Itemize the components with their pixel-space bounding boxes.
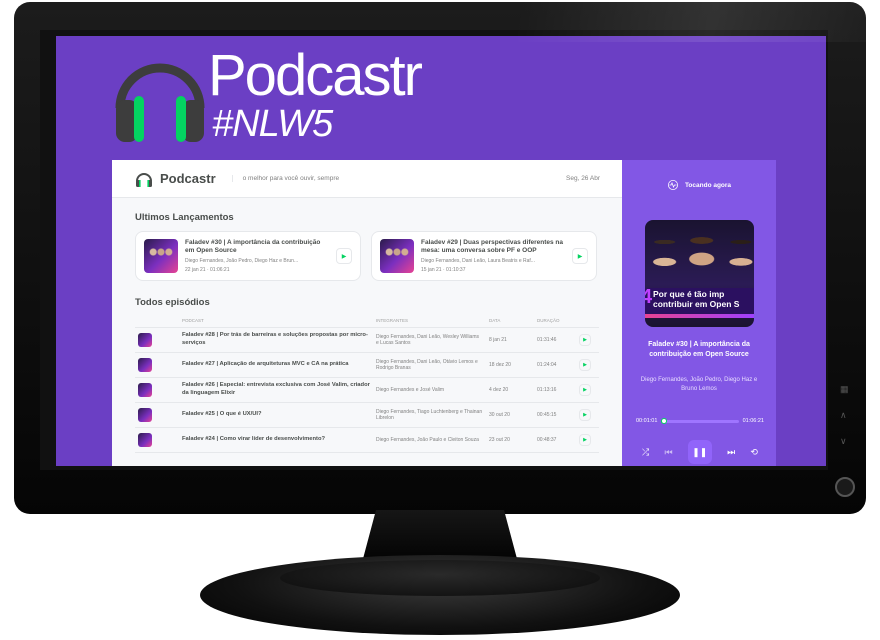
menu-icon[interactable]: ▦: [840, 384, 849, 395]
now-playing-icon: [667, 180, 678, 190]
latest-episode-card[interactable]: Faladev #30 | A importância da contribui…: [135, 231, 361, 281]
episode-thumbnail: [138, 408, 152, 422]
cover-text: Por que é tão imp contribuir em Open S: [653, 289, 740, 309]
table-row: Faladev #27 | Aplicação de arquiteturas …: [135, 352, 599, 378]
player-header-label: Tocando agora: [684, 181, 732, 189]
column-header: INTEGRANTES: [373, 314, 486, 328]
episode-title[interactable]: Faladev #28 | Por trás de barreiras e so…: [179, 327, 373, 353]
episode-thumbnail: [138, 383, 152, 397]
motto: o melhor para você ouvir, sempre: [231, 175, 339, 182]
episode-meta: 15 jan 21 · 01:10:37: [421, 267, 466, 274]
play-icon[interactable]: ▶: [579, 359, 591, 371]
play-icon[interactable]: ▶: [572, 248, 588, 264]
column-header: DATA: [486, 314, 534, 328]
episode-members: Diego Fernandes, Dani Leão, Wesley Willi…: [373, 327, 486, 353]
episode-date: 30 out 20: [486, 402, 534, 428]
episode-title[interactable]: Faladev #26 | Especial: entrevista exclu…: [179, 377, 373, 403]
episode-date: 18 dez 20: [486, 352, 534, 378]
podcastr-app: Podcastr o melhor para você ouvir, sempr…: [112, 160, 776, 466]
brand-name[interactable]: Podcastr: [160, 171, 216, 186]
all-episodes-title: Todos episódios: [135, 297, 210, 308]
table-row: Faladev #24 | Como virar líder de desenv…: [135, 427, 599, 453]
latest-episode-card[interactable]: Faladev #29 | Duas perspectivas diferent…: [371, 231, 597, 281]
episode-thumbnail: [380, 239, 414, 273]
episode-title[interactable]: Faladev #24 | Como virar líder de desenv…: [179, 427, 373, 453]
stage: ▦ ∧ ∨ Podcastr #NLW5 Podcastr o melhor p…: [0, 0, 880, 640]
player-episode-members: Diego Fernandes, João Pedro, Diego Haz e…: [640, 377, 758, 392]
episode-date: 8 jan 21: [486, 327, 534, 353]
next-icon[interactable]: ⏭: [727, 447, 735, 458]
progress-bar: 00:01:01 01:06:21: [636, 417, 764, 424]
previous-icon[interactable]: ⏮: [664, 447, 672, 458]
player-panel: Tocando agora 4 Por que é tão imp contri…: [622, 160, 776, 466]
episodes-table: PODCAST INTEGRANTES DATA DURAÇÃO Faladev…: [135, 314, 599, 453]
column-header: [576, 314, 599, 328]
power-button[interactable]: [835, 477, 855, 497]
episode-thumbnail: [138, 358, 152, 372]
episode-members: Diego Fernandes, João Pedro, Diego Haz e…: [185, 258, 299, 265]
latest-title: Ultimos Lançamentos: [135, 212, 234, 223]
table-row: Faladev #25 | O que é UX/UI? Diego Ferna…: [135, 402, 599, 428]
shuffle-icon[interactable]: ⤮: [642, 447, 649, 458]
chevron-down-icon[interactable]: ∨: [840, 436, 847, 447]
episode-title[interactable]: Faladev #25 | O que é UX/UI?: [179, 402, 373, 428]
player-episode-title: Faladev #30 | A importância da contribui…: [648, 341, 750, 358]
episode-duration: 00:45:15: [534, 402, 576, 428]
chevron-up-icon[interactable]: ∧: [840, 410, 847, 421]
episode-members: Diego Fernandes, Tiago Luchtenberg e Tha…: [373, 402, 486, 428]
headphone-icon: [136, 172, 152, 187]
play-icon[interactable]: ▶: [579, 409, 591, 421]
episode-title[interactable]: Faladev #30 | A importância da contribui…: [185, 239, 329, 256]
repeat-icon[interactable]: ⟲: [750, 447, 758, 458]
table-row: Faladev #26 | Especial: entrevista exclu…: [135, 377, 599, 403]
seek-slider[interactable]: [660, 417, 739, 424]
episode-cover: 4 Por que é tão imp contribuir em Open S: [645, 220, 754, 327]
cover-number: 4: [645, 286, 653, 308]
current-date: Seg, 26 Abr: [566, 175, 600, 182]
seek-handle[interactable]: [660, 417, 667, 424]
column-header: DURAÇÃO: [534, 314, 576, 328]
episode-date: 23 out 20: [486, 427, 534, 453]
play-icon[interactable]: ▶: [579, 434, 591, 446]
main-content: Podcastr o melhor para você ouvir, sempr…: [112, 160, 622, 466]
total-time: 01:06:21: [742, 418, 764, 424]
table-row: Faladev #28 | Por trás de barreiras e so…: [135, 327, 599, 353]
monitor-base-top: [280, 560, 600, 596]
app-header: Podcastr o melhor para você ouvir, sempr…: [112, 160, 622, 198]
column-header: [135, 314, 179, 328]
pause-button[interactable]: ❚❚: [687, 440, 712, 464]
episode-duration: 01:31:46: [534, 327, 576, 353]
column-header: PODCAST: [179, 314, 373, 328]
current-time: 00:01:01: [636, 418, 658, 424]
episode-members: Diego Fernandes e José Valim: [373, 377, 486, 403]
episode-thumbnail: [138, 333, 152, 347]
episode-members: Diego Fernandes, João Paulo e Cleiton So…: [373, 427, 486, 453]
episode-date: 4 dez 20: [486, 377, 534, 403]
player-controls: ⤮ ⏮ ❚❚ ⏭ ⟲: [642, 440, 758, 464]
episode-title[interactable]: Faladev #29 | Duas perspectivas diferent…: [421, 239, 565, 256]
episode-thumbnail: [138, 433, 152, 447]
episode-duration: 01:24:04: [534, 352, 576, 378]
episode-members: Diego Fernandes, Dani Leão, Otávio Lemos…: [373, 352, 486, 378]
play-icon[interactable]: ▶: [579, 384, 591, 396]
bezel-glare: [480, 2, 866, 42]
episode-members: Diego Fernandes, Dani Leão, Laura Beatri…: [421, 258, 535, 265]
play-icon[interactable]: ▶: [336, 248, 352, 264]
episode-title[interactable]: Faladev #27 | Aplicação de arquiteturas …: [179, 352, 373, 378]
episode-duration: 00:48:37: [534, 427, 576, 453]
headphone-logo-icon: [115, 63, 205, 142]
play-icon[interactable]: ▶: [579, 334, 591, 346]
episode-meta: 22 jan 21 · 01:06:21: [185, 267, 230, 274]
episode-duration: 01:13:16: [534, 377, 576, 403]
hero-tag: #NLW5: [212, 103, 333, 145]
player-header: Tocando agora: [622, 180, 776, 190]
latest-episodes: Faladev #30 | A importância da contribui…: [112, 223, 622, 281]
episode-thumbnail: [144, 239, 178, 273]
hero-title: Podcastr: [208, 43, 423, 108]
